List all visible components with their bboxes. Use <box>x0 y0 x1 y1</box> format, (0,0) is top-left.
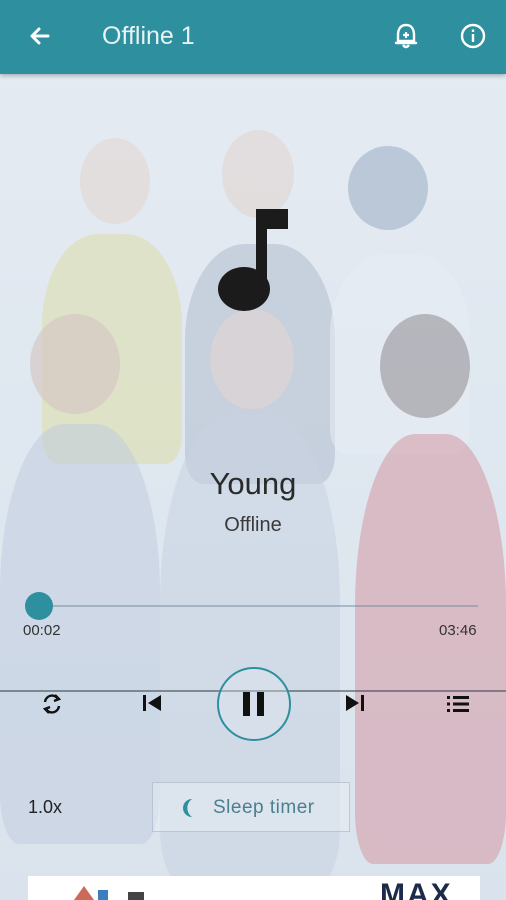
queue-button[interactable] <box>444 690 472 718</box>
info-button[interactable] <box>455 18 491 54</box>
song-title: Young <box>209 466 297 501</box>
alarm-bell-icon <box>394 23 418 49</box>
ad-banner[interactable]: MAX <box>28 876 480 900</box>
previous-button[interactable] <box>140 691 164 715</box>
page-title: Offline 1 <box>102 22 195 50</box>
current-time: 00:02 <box>23 622 61 639</box>
repeat-icon <box>42 694 62 714</box>
skip-next-icon <box>346 695 364 711</box>
sleep-timer-label: Sleep timer <box>213 797 315 818</box>
ad-graphic-icon <box>74 886 144 900</box>
pause-icon <box>243 692 264 716</box>
back-button[interactable] <box>22 18 58 54</box>
skip-previous-icon <box>143 695 161 711</box>
play-pause-button[interactable] <box>217 667 291 741</box>
next-button[interactable] <box>343 691 367 715</box>
seek-thumb[interactable] <box>25 592 53 620</box>
moon-icon <box>182 799 192 817</box>
app-bar: Offline 1 <box>0 0 506 74</box>
ad-brand-mark: MAX <box>380 878 453 900</box>
song-subtitle: Offline <box>224 514 282 536</box>
total-time: 03:46 <box>439 622 477 639</box>
arrow-left-icon <box>30 27 50 45</box>
seek-bar[interactable] <box>38 605 478 607</box>
playback-speed-button[interactable]: 1.0x <box>28 797 62 818</box>
sleep-timer-button[interactable]: Sleep timer <box>152 782 350 832</box>
alarm-button[interactable] <box>388 18 424 54</box>
music-note-icon <box>218 209 288 311</box>
info-icon <box>460 23 486 49</box>
playlist-icon <box>447 696 469 712</box>
repeat-button[interactable] <box>38 690 66 718</box>
